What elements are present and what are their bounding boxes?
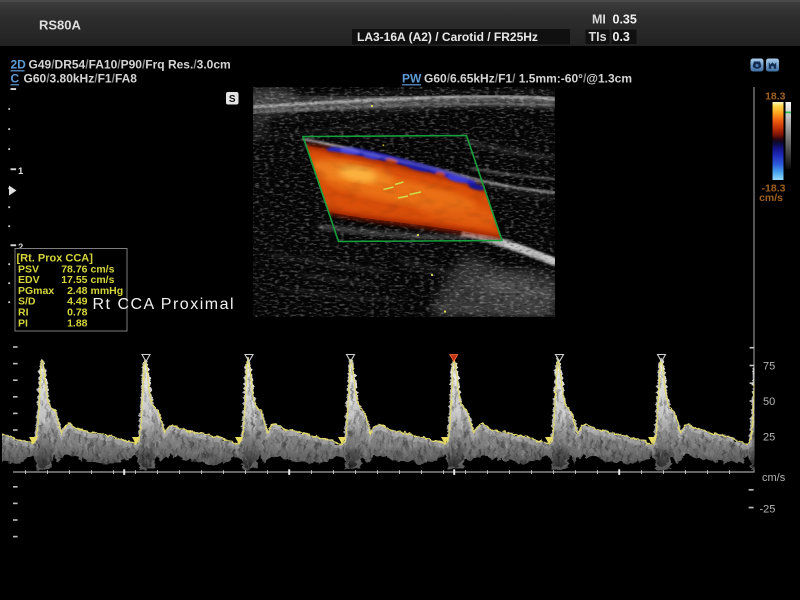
svg-text:0.3: 0.3 [613, 30, 630, 44]
svg-text:cm/s: cm/s [762, 472, 786, 484]
svg-text:G60/3.80kHz/F1/FA8: G60/3.80kHz/F1/FA8 [24, 72, 138, 86]
svg-text:cm/s: cm/s [759, 192, 783, 204]
svg-text:1.88: 1.88 [67, 317, 88, 329]
svg-text:S: S [229, 94, 236, 105]
svg-text:PI: PI [18, 317, 28, 329]
svg-text:G49/DR54/FA10/P90/Frq Res./3.0: G49/DR54/FA10/P90/Frq Res./3.0cm [29, 58, 231, 72]
svg-text:50: 50 [763, 396, 775, 408]
svg-text:2D: 2D [11, 58, 27, 72]
svg-text:25: 25 [763, 431, 775, 443]
svg-text:LA3-16A (A2) / Carotid / FR25H: LA3-16A (A2) / Carotid / FR25Hz [357, 30, 538, 44]
svg-text:G60/6.65kHz/F1/ 1.5mm:-60°/@1.: G60/6.65kHz/F1/ 1.5mm:-60°/@1.3cm [424, 72, 632, 86]
svg-text:Rt CCA Proximal: Rt CCA Proximal [93, 296, 236, 313]
svg-text:18.3: 18.3 [765, 91, 786, 103]
svg-text:MI: MI [592, 13, 606, 27]
svg-text:RS80A: RS80A [39, 18, 82, 33]
svg-text:PW: PW [402, 72, 422, 86]
svg-text:C: C [11, 72, 20, 86]
svg-text:TIs: TIs [589, 30, 607, 44]
svg-text:0.35: 0.35 [613, 13, 637, 27]
svg-text:75: 75 [763, 361, 775, 373]
svg-text:1: 1 [18, 166, 24, 177]
svg-text:-25: -25 [760, 504, 776, 516]
